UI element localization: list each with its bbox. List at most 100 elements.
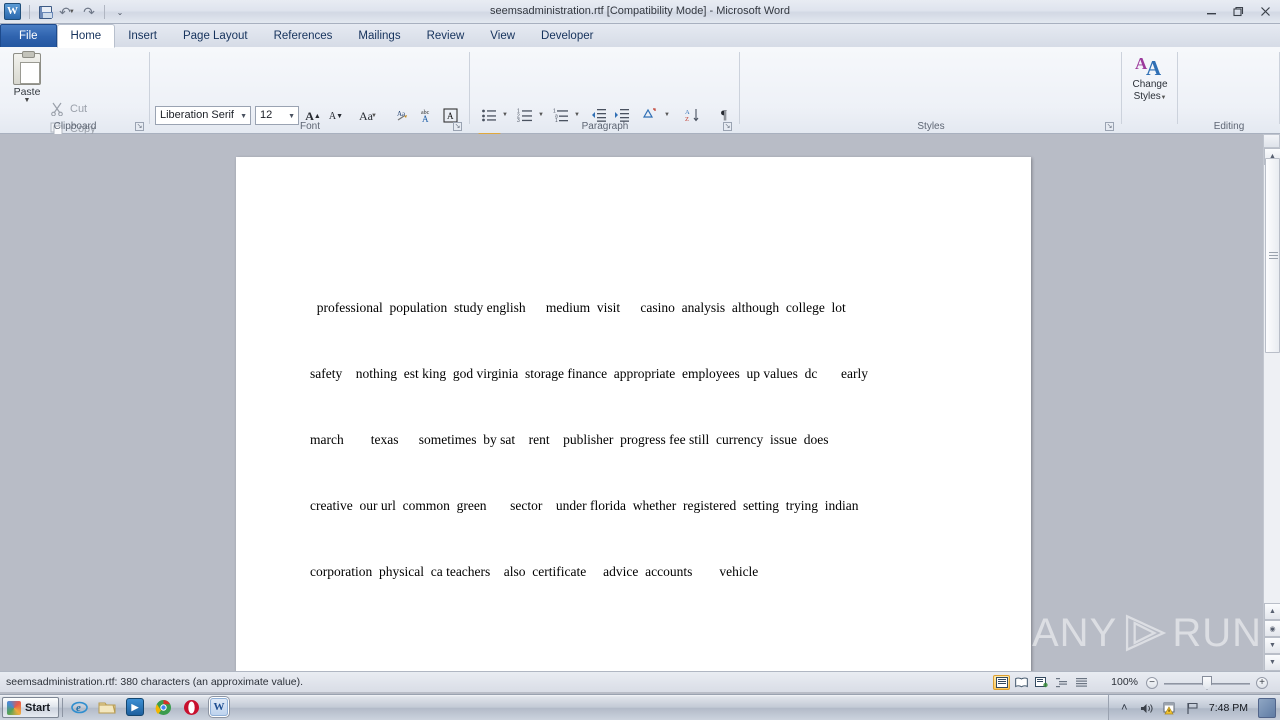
tab-view[interactable]: View [477, 24, 528, 48]
zoom-level-label[interactable]: 100% [1111, 676, 1138, 688]
chevron-down-icon[interactable]: ▼ [6, 97, 48, 104]
status-bar: seemsadministration.rtf: 380 characters … [0, 671, 1280, 692]
status-message: seemsadministration.rtf: 380 characters … [6, 676, 304, 688]
close-icon[interactable] [1252, 3, 1278, 20]
play-triangle-icon [1126, 614, 1167, 652]
start-button[interactable]: Start [2, 697, 60, 718]
vertical-scrollbar[interactable]: ▲ ▲ ◉ ▼ ▼ [1263, 134, 1280, 671]
zoom-in-button[interactable]: + [1256, 677, 1268, 689]
ribbon-group-clipboard: Paste ▼ Cut Copy Format Painter [0, 47, 150, 156]
svg-text:A: A [1146, 56, 1162, 79]
clipboard-group-label: Clipboard [53, 121, 97, 132]
editing-group-label: Editing [1213, 121, 1245, 132]
styles-dialog-launcher[interactable]: ↘ [1105, 122, 1114, 131]
full-screen-reading-view-button[interactable] [1013, 675, 1030, 690]
opera-icon[interactable] [182, 698, 200, 716]
document-body[interactable]: professional population study english me… [310, 253, 940, 627]
network-flag-icon[interactable] [1186, 701, 1201, 716]
scroll-nav-buttons: ▲ ◉ ▼ ▼ [1264, 603, 1280, 671]
media-player-icon[interactable]: ▶ [126, 698, 144, 716]
system-tray: ˄ 7:48 PM [1107, 695, 1280, 720]
speaker-icon[interactable] [1140, 701, 1155, 716]
scrollbar-thumb[interactable] [1265, 158, 1280, 353]
taskbar-items: e ▶ W [70, 698, 228, 716]
ribbon-tabs: File Home Insert Page Layout References … [0, 24, 1280, 48]
taskbar-divider [62, 698, 63, 717]
tab-page-layout[interactable]: Page Layout [170, 24, 261, 48]
chevron-down-icon[interactable]: ▼ [288, 113, 295, 120]
watermark-text-left: ANY [1032, 610, 1118, 655]
paste-button[interactable]: Paste ▼ [6, 51, 48, 117]
chevron-up-icon[interactable]: ˄ [1117, 701, 1132, 716]
change-styles-group: A A Change Styles ▼ [1122, 47, 1178, 134]
ribbon: Paste ▼ Cut Copy Format Painter [0, 47, 1280, 156]
cut-label: Cut [70, 103, 88, 115]
document-page[interactable]: professional population study english me… [236, 157, 1031, 677]
taskbar-clock[interactable]: 7:48 PM [1209, 702, 1248, 714]
select-browse-object-icon[interactable]: ◉ [1264, 620, 1280, 637]
tab-references[interactable]: References [261, 24, 346, 48]
document-line: march texas sometimes by sat rent publis… [310, 432, 829, 447]
taskbar-word-button[interactable]: W [210, 698, 228, 716]
title-bar: W ↶ ▼ ↷ ⌄ seemsadministration.rtf [Compat… [0, 0, 1280, 24]
tab-file[interactable]: File [0, 24, 57, 48]
change-styles-label-1: Change [1132, 79, 1168, 90]
word-window: W ↶ ▼ ↷ ⌄ seemsadministration.rtf [Compat… [0, 0, 1280, 720]
document-line: corporation physical ca teachers also ce… [310, 564, 759, 579]
anyrun-watermark: ANY RUN [1032, 603, 1262, 663]
split-window-handle[interactable] [1263, 134, 1280, 148]
internet-explorer-icon[interactable]: e [70, 698, 88, 716]
ribbon-group-paragraph: ▼ 123 ▼ 1a1 ▼ ▼ AZ ¶ Paragraph ↘ [470, 47, 740, 156]
ribbon-group-editing: Find ▼ abac Replace Select ▼ Editing [1178, 47, 1280, 134]
windows-taskbar: Start e ▶ W ˄ 7:48 PM [0, 694, 1280, 720]
scissors-icon [50, 102, 65, 117]
document-line: creative our url common green sector und… [310, 498, 859, 513]
start-label: Start [25, 701, 51, 714]
chrome-icon[interactable] [154, 698, 172, 716]
folder-icon[interactable] [98, 698, 116, 716]
document-line: professional population study english me… [310, 300, 846, 315]
tab-insert[interactable]: Insert [115, 24, 170, 48]
svg-text:A: A [685, 109, 690, 116]
minimize-icon[interactable] [1198, 3, 1224, 20]
next-page-icon[interactable]: ▼ [1264, 637, 1280, 654]
styles-group-label: Styles [917, 121, 945, 132]
ribbon-group-font: Liberation Serif ▼ 12 ▼ A ▲ A ▼ Aa ▼ Aa abc… [150, 47, 616, 153]
document-workspace: professional population study english me… [0, 134, 1280, 677]
tab-review[interactable]: Review [414, 24, 478, 48]
font-name-value: Liberation Serif [160, 109, 234, 121]
flag-warning-icon[interactable] [1163, 701, 1178, 716]
font-dialog-launcher[interactable]: ↘ [453, 122, 462, 131]
word-icon: W [213, 701, 225, 713]
paragraph-dialog-launcher[interactable]: ↘ [723, 122, 732, 131]
view-buttons [993, 675, 1090, 690]
chevron-down-icon[interactable]: ▼ [1159, 95, 1166, 101]
scroll-down-icon[interactable]: ▼ [1264, 654, 1280, 671]
cut-button[interactable]: Cut [50, 99, 87, 119]
svg-text:A: A [447, 111, 454, 121]
document-line: safety nothing est king god virginia sto… [310, 366, 868, 381]
print-layout-view-button[interactable] [993, 675, 1010, 690]
watermark-text-right: RUN [1172, 610, 1262, 655]
web-layout-view-button[interactable] [1033, 675, 1050, 690]
show-desktop-button[interactable] [1258, 698, 1276, 718]
ribbon-group-styles: AaBbCcI ¶ Normal AaBbCcI ¶ No Spaci... A… [740, 47, 1122, 134]
outline-view-button[interactable] [1053, 675, 1070, 690]
svg-text:Aa: Aa [397, 110, 406, 118]
zoom-slider[interactable]: − + [1146, 676, 1268, 690]
chevron-down-icon[interactable]: ▼ [240, 113, 247, 120]
clipboard-dialog-launcher[interactable]: ↘ [135, 122, 144, 131]
paragraph-group-label: Paragraph [581, 121, 629, 132]
change-styles-icon: A A [1135, 54, 1162, 79]
change-styles-button[interactable]: A A Change Styles ▼ [1128, 51, 1172, 119]
restore-icon[interactable] [1225, 3, 1251, 20]
draft-view-button[interactable] [1073, 675, 1090, 690]
tab-developer[interactable]: Developer [528, 24, 606, 48]
tab-home[interactable]: Home [56, 24, 116, 48]
zoom-slider-thumb[interactable] [1202, 676, 1212, 690]
font-group-label: Font [299, 121, 320, 132]
scrollbar-grip-icon [1269, 251, 1278, 260]
previous-page-icon[interactable]: ▲ [1264, 603, 1280, 620]
zoom-out-button[interactable]: − [1146, 677, 1158, 689]
tab-mailings[interactable]: Mailings [345, 24, 413, 48]
